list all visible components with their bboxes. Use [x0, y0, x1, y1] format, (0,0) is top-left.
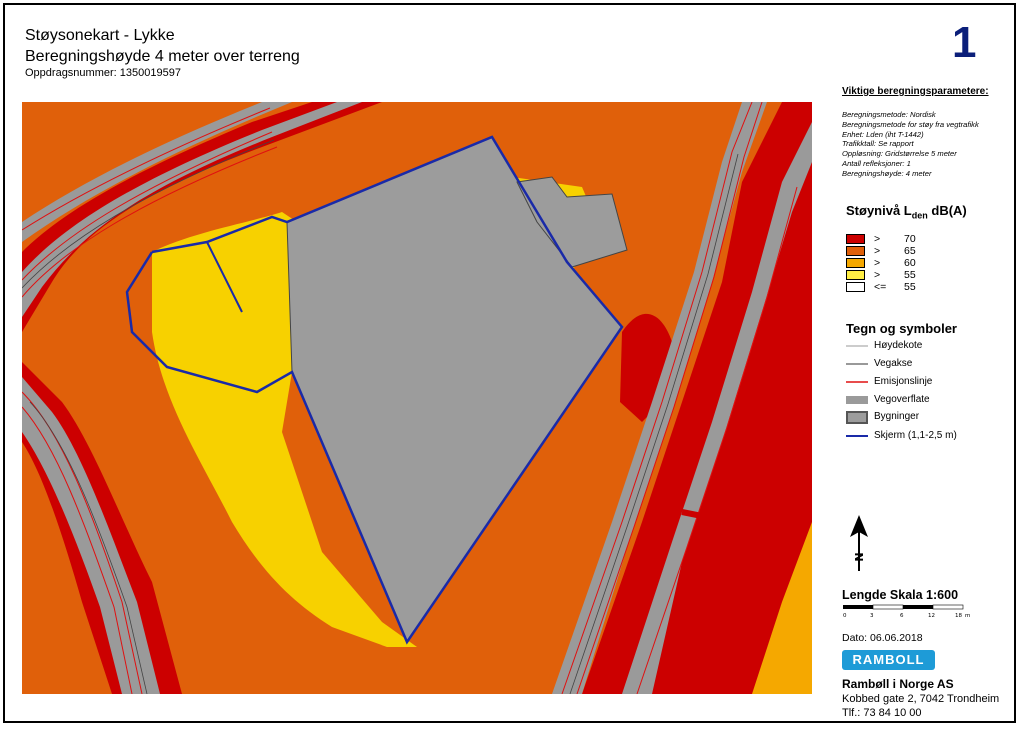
level-swatch: [846, 270, 865, 280]
scale-unit: m: [965, 613, 970, 619]
symbols-heading: Tegn og symboler: [846, 321, 957, 336]
scale-heading: Lengde Skala 1:600: [842, 588, 959, 602]
level-value: 70: [904, 233, 916, 245]
parameters-heading: Viktige beregningsparametere:: [842, 86, 989, 97]
level-operator: <=: [874, 281, 887, 293]
level-swatch: [846, 234, 865, 244]
map-date: Dato: 06.06.2018: [842, 632, 923, 644]
parameter-line: Trafikktall: Se rapport: [842, 139, 914, 149]
symbol-label: Skjerm (1,1-2,5 m): [874, 430, 957, 441]
noise-map: [22, 102, 812, 694]
company-address: Kobbed gate 2, 7042 Trondheim: [842, 693, 1000, 705]
parameter-line: Oppløsning: Gridstørrelse 5 meter: [842, 149, 957, 159]
scale-bar: 0 3 6 12 18 m: [843, 604, 970, 619]
sheet-number: 1: [952, 18, 977, 67]
company-logo: RAMBOLL: [842, 650, 935, 670]
level-value: 55: [904, 281, 916, 293]
north-arrow-icon: N: [850, 515, 868, 571]
building-icon: [846, 411, 868, 424]
level-operator: >: [874, 245, 881, 257]
level-value: 65: [904, 245, 916, 257]
symbol-label: Vegakse: [874, 358, 913, 369]
map-subtitle: Beregningshøyde 4 meter over terreng: [25, 48, 300, 65]
parameter-line: Antall refleksjoner: 1: [842, 158, 911, 168]
scale-tick-label: 0: [843, 613, 847, 619]
assignment-number: Oppdragsnummer: 1350019597: [25, 67, 181, 79]
parameter-line: Beregningsmetode: Nordisk: [842, 110, 936, 119]
symbol-label: Emisjonslinje: [874, 376, 933, 387]
parameter-line: Enhet: Lden (iht T-1442): [842, 129, 924, 139]
company-phone: Tlf.: 73 84 10 00: [842, 707, 922, 719]
noise-heading-suffix: dB(A): [927, 203, 967, 218]
scale-segment: [843, 605, 873, 609]
symbol-label: Bygninger: [874, 411, 920, 422]
level-swatch: [846, 246, 865, 256]
scale-segment: [903, 605, 933, 609]
symbol-label: Vegoverflate: [874, 394, 930, 405]
noise-heading-prefix: Støynivå L: [846, 203, 912, 218]
level-value: 60: [904, 257, 916, 269]
emission-line-icon: [846, 381, 868, 383]
north-label: N: [852, 552, 865, 561]
level-swatch: [846, 282, 865, 292]
road-axis-icon: [846, 363, 868, 365]
scale-tick-label: 3: [870, 613, 874, 619]
scale-segment: [932, 604, 964, 610]
map-title: Støysonekart - Lykke: [25, 27, 175, 44]
parameter-line: Beregningshøyde: 4 meter: [842, 168, 932, 178]
screen-line-icon: [846, 435, 868, 437]
level-value: 55: [904, 269, 916, 281]
scale-tick-label: 6: [900, 613, 904, 619]
level-swatch: [846, 258, 865, 268]
symbol-label: Høydekote: [874, 340, 923, 351]
company-name: Rambøll i Norge AS: [842, 677, 954, 691]
scale-tick-label: 12: [928, 613, 935, 619]
parameter-line: Beregningsmetode for støy fra vegtrafikk: [842, 119, 979, 129]
road-surface-icon: [846, 396, 868, 404]
parameters-list: Beregningsmetode: Nordisk Beregningsmeto…: [842, 110, 979, 179]
level-operator: >: [874, 233, 881, 245]
noise-legend-heading: Støynivå Lden dB(A): [846, 203, 967, 221]
scale-segment: [872, 604, 904, 610]
level-operator: >: [874, 269, 881, 281]
contour-line-icon: [846, 345, 868, 347]
scale-tick-label: 18: [955, 613, 962, 619]
noise-heading-sub: den: [911, 210, 928, 221]
level-operator: >: [874, 257, 881, 269]
